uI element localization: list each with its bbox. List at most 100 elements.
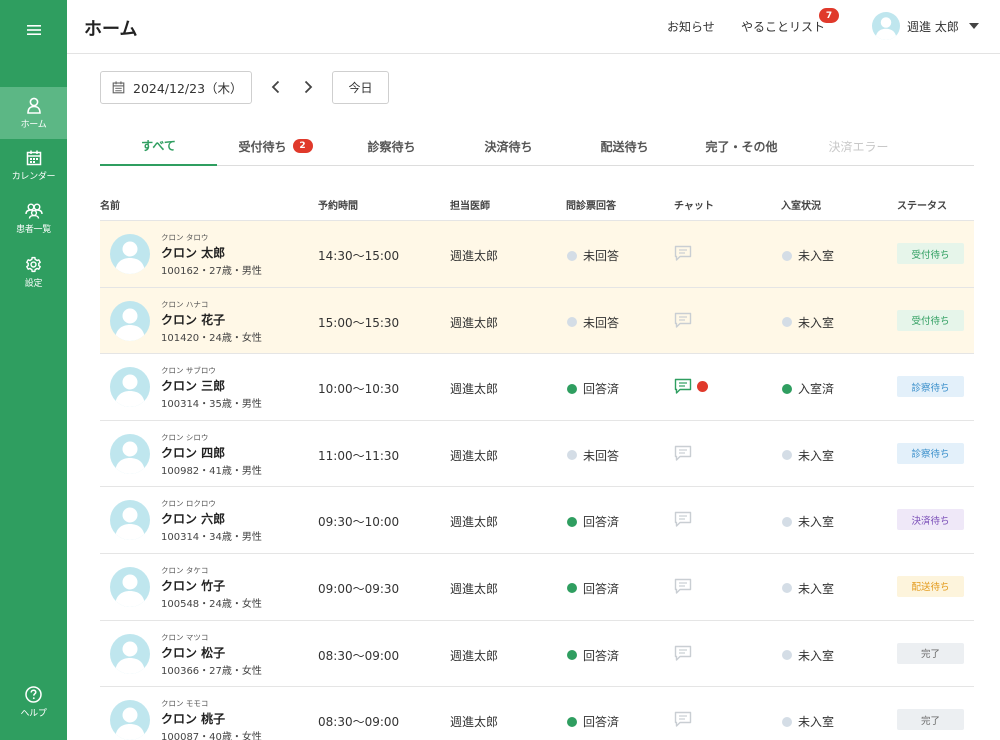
avatar [110, 433, 150, 474]
today-button[interactable]: 今日 [332, 71, 389, 104]
doctor-name: 週進太郎 [450, 648, 499, 663]
status-dot [782, 317, 792, 328]
questionnaire-label: 回答済 [583, 382, 620, 397]
doctor-name: 週進太郎 [450, 382, 499, 397]
sidebar-item-help[interactable]: ヘルプ [0, 676, 67, 728]
chat-button[interactable] [674, 378, 708, 395]
sidebar-item-settings[interactable]: 設定 [0, 246, 67, 298]
room-label: 入室済 [798, 382, 835, 397]
tab-label: 決済待ち [484, 139, 533, 154]
chat-icon [674, 312, 692, 328]
appointment-time: 08:30〜09:00 [318, 715, 400, 730]
status-dot [782, 650, 792, 661]
gear-icon [26, 256, 41, 272]
table-row[interactable]: クロン サブロウ クロン 三郎 100314・35歳・男性 10:00〜10:30 週進… [100, 354, 974, 421]
column-header-name: 名前 [100, 201, 120, 212]
chat-button[interactable] [674, 645, 692, 662]
user-menu[interactable]: 週進 太郎 [872, 12, 979, 40]
chat-button[interactable] [674, 578, 692, 595]
tab-delivery-waiting[interactable]: 配送待ち [566, 126, 683, 166]
chat-icon [674, 512, 692, 528]
tab-completed-other[interactable]: 完了・その他 [683, 126, 800, 166]
avatar [110, 300, 150, 341]
patient-name[interactable]: クロン 四郎 [161, 444, 225, 461]
questionnaire-label: 回答済 [583, 581, 620, 596]
avatar [110, 367, 150, 408]
avatar [110, 700, 150, 740]
patient-info: 100366・27歳・女性 [161, 665, 262, 677]
tab-all[interactable]: すべて [100, 126, 217, 166]
status-badge: 診察待ち [897, 442, 964, 464]
patient-name[interactable]: クロン 六郎 [161, 510, 225, 527]
chat-icon [674, 245, 692, 261]
sidebar: ホーム カレンダー 患者一覧 設定 ヘルプ [0, 0, 67, 740]
calendar-icon [112, 81, 125, 94]
status-badge: 受付待ち [897, 309, 964, 331]
hamburger-icon [26, 25, 41, 35]
questionnaire-label: 回答済 [583, 515, 620, 530]
questionnaire-label: 回答済 [583, 715, 620, 730]
sidebar-item-calendar[interactable]: カレンダー [0, 140, 67, 192]
room-label: 未入室 [798, 581, 835, 596]
patient-name-kana: クロン モモコ [161, 699, 209, 709]
room-label: 未入室 [798, 715, 835, 730]
next-day-button[interactable] [297, 76, 319, 98]
patient-name[interactable]: クロン 太郎 [161, 244, 225, 261]
status-badge: 完了 [897, 642, 964, 664]
table-row[interactable]: クロン タロウ クロン 太郎 100162・27歳・男性 14:30〜15:00 週進太… [100, 221, 974, 288]
tab-reception-waiting[interactable]: 受付待ち 2 [217, 126, 334, 166]
patient-name[interactable]: クロン 桃子 [161, 710, 225, 727]
home-user-icon [26, 97, 41, 114]
chat-button[interactable] [674, 312, 692, 329]
appointment-time: 09:30〜10:00 [318, 515, 400, 530]
tab-label: 完了・その他 [705, 139, 778, 154]
patient-avatar-icon [115, 507, 145, 541]
room-status: 未入室 [782, 513, 834, 530]
patient-name[interactable]: クロン 竹子 [161, 577, 225, 594]
sidebar-item-home[interactable]: ホーム [0, 87, 67, 139]
chat-button[interactable] [674, 711, 692, 728]
patient-info: 100314・34歳・男性 [161, 532, 262, 544]
prev-day-button[interactable] [264, 76, 286, 98]
date-picker[interactable]: 2024/12/23（木） [100, 71, 252, 104]
chat-button[interactable] [674, 511, 692, 528]
patient-avatar-icon [115, 241, 145, 274]
column-header-doctor: 担当医師 [450, 201, 490, 212]
table-row[interactable]: クロン モモコ クロン 桃子 100087・40歳・女性 08:30〜09:00 週進太… [100, 687, 974, 740]
table-row[interactable]: クロン シロウ クロン 四郎 100982・41歳・男性 11:00〜11:30 週進太… [100, 421, 974, 488]
status-dot [567, 583, 577, 594]
room-status: 未入室 [782, 713, 834, 730]
column-header-questionnaire: 問診票回答 [566, 201, 616, 212]
notifications-link[interactable]: お知らせ [667, 18, 715, 35]
status-dot [782, 583, 792, 594]
sidebar-item-patients[interactable]: 患者一覧 [0, 193, 67, 245]
chat-button[interactable] [674, 245, 692, 262]
patient-info: 100982・41歳・男性 [161, 465, 262, 477]
patient-name[interactable]: クロン 松子 [161, 644, 225, 661]
tab-payment-waiting[interactable]: 決済待ち [450, 126, 567, 166]
selected-date: 2024/12/23（木） [133, 81, 243, 96]
todo-list-link[interactable]: やることリスト [741, 18, 825, 35]
chat-button[interactable] [674, 445, 692, 462]
menu-button[interactable] [0, 12, 67, 48]
doctor-name: 週進太郎 [450, 515, 499, 530]
tab-exam-waiting[interactable]: 診察待ち [333, 126, 450, 166]
room-status: 未入室 [782, 447, 834, 464]
patient-avatar-icon [115, 374, 145, 408]
status-tabs: すべて 受付待ち 2 診察待ち 決済待ち 配送待ち 完了・その他 決済エラー [100, 126, 974, 166]
table-row[interactable]: クロン マツコ クロン 松子 100366・27歳・女性 08:30〜09:00 週進太… [100, 621, 974, 688]
room-status: 入室済 [782, 380, 834, 397]
room-status: 未入室 [782, 314, 834, 331]
patient-name[interactable]: クロン 花子 [161, 311, 225, 328]
table-row[interactable]: クロン タケコ クロン 竹子 100548・24歳・女性 09:00〜09:30 週進太… [100, 554, 974, 621]
table-row[interactable]: クロン ハナコ クロン 花子 101420・24歳・女性 15:00〜15:30 週進太… [100, 287, 974, 355]
patient-name-kana: クロン ロクロウ [161, 499, 216, 509]
patient-info: 101420・24歳・女性 [161, 332, 262, 344]
status-dot [567, 516, 577, 527]
patient-info: 100087・40歳・女性 [161, 732, 262, 740]
patient-name[interactable]: クロン 三郎 [161, 377, 225, 394]
status-badge: 決済待ち [897, 509, 964, 531]
status-badge: 受付待ち [897, 243, 964, 264]
table-row[interactable]: クロン ロクロウ クロン 六郎 100314・34歳・男性 09:30〜10:00 週進… [100, 487, 974, 554]
status-dot [782, 450, 792, 461]
